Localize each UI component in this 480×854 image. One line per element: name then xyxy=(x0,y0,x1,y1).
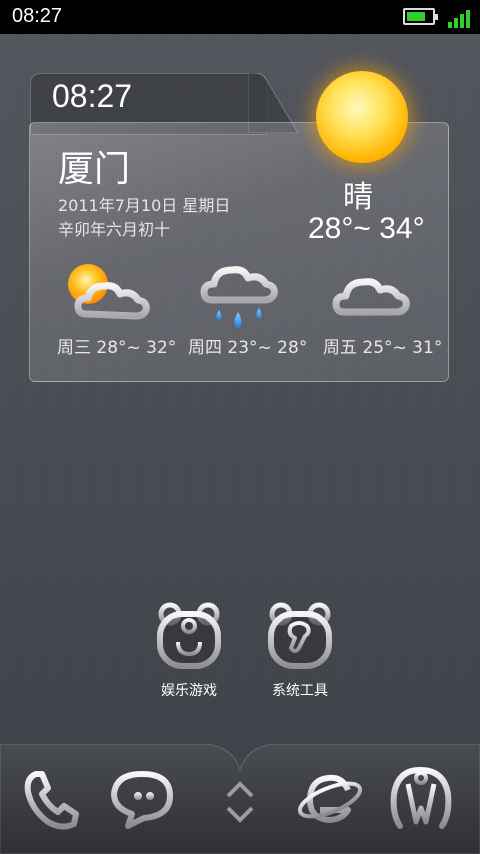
contacts-icon[interactable] xyxy=(386,764,456,834)
forecast-day-3: 周五 25°~ 31° xyxy=(323,338,443,358)
forecast-day-1: 周三 28°~ 32° xyxy=(57,338,177,358)
date-text: 2011年7月10日 星期日 xyxy=(58,196,231,215)
browser-icon[interactable] xyxy=(296,768,366,832)
app-label: 娱乐游戏 xyxy=(161,683,217,699)
app-system-tools[interactable]: 系统工具 xyxy=(255,600,345,700)
temperature-range: 28°~ 34° xyxy=(308,212,425,245)
app-label: 系统工具 xyxy=(272,683,328,699)
battery-icon xyxy=(403,8,438,25)
city-name: 厦门 xyxy=(58,149,131,190)
sun-icon xyxy=(316,71,408,163)
status-bar: 08:27 xyxy=(0,0,480,34)
widget-clock[interactable]: 08:27 xyxy=(52,78,132,115)
lunar-date-text: 辛卯年六月初十 xyxy=(58,220,171,239)
status-time: 08:27 xyxy=(12,5,63,27)
cloud-icon xyxy=(332,278,410,316)
phone-icon[interactable] xyxy=(22,766,88,832)
forecast-day-2: 周四 23°~ 28° xyxy=(188,338,308,358)
sun-cloud-icon xyxy=(68,264,150,320)
wrench-bear-icon xyxy=(268,602,332,669)
messages-icon[interactable] xyxy=(108,766,178,832)
app-drawer-icon[interactable] xyxy=(222,780,258,824)
weather-condition: 晴 xyxy=(343,180,373,215)
app-entertainment-games[interactable]: 娱乐游戏 xyxy=(144,600,234,700)
signal-icon xyxy=(448,10,472,28)
rain-cloud-icon xyxy=(200,266,278,328)
joystick-bear-icon xyxy=(157,602,221,669)
